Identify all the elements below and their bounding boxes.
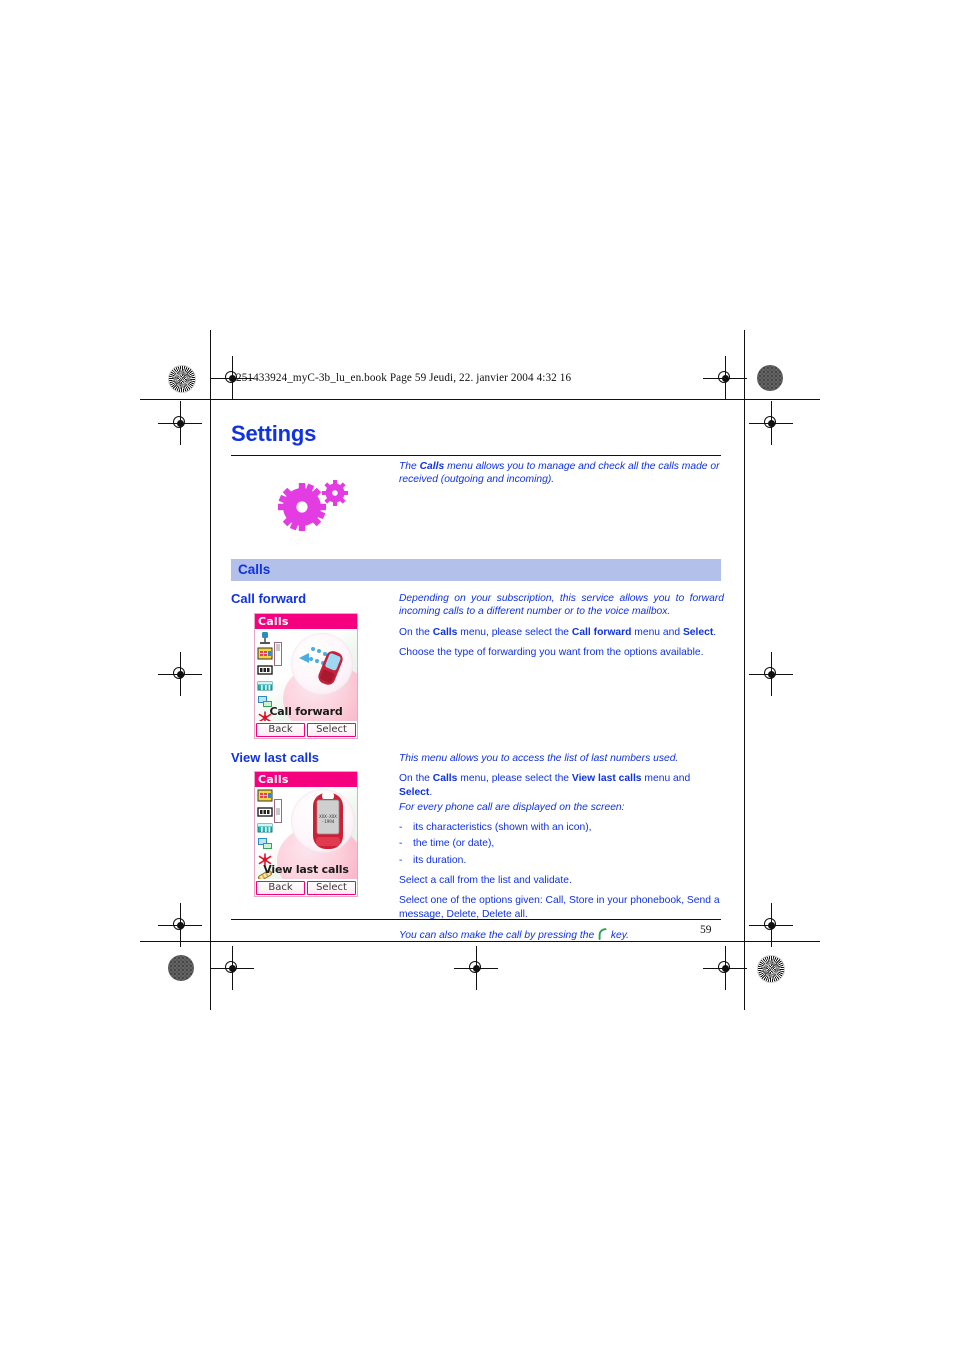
list-item-text: its duration. xyxy=(413,854,467,866)
cf-p2-part2: menu, please select the xyxy=(457,626,572,638)
phone-canvas-call-forward: Call forward xyxy=(255,629,357,721)
section-band-calls: Calls xyxy=(231,559,721,581)
softkey-select-call-forward[interactable]: Select xyxy=(307,723,356,737)
registration-mark-bottom-center xyxy=(454,946,498,990)
trim-line-right-vertical xyxy=(744,330,745,1010)
registration-mark-top-right xyxy=(703,356,747,400)
vlc-p2-part2: menu, please select the xyxy=(457,773,572,785)
phone-screenshot-view-last-calls: Calls XXX-XXX -1994 View last calls Back… xyxy=(254,771,358,897)
phone-selected-label-call-forward: Call forward xyxy=(269,705,343,718)
call-forward-paragraph-2: On the Calls menu, please select the Cal… xyxy=(399,626,724,639)
phone-canvas-view-last-calls: XXX-XXX -1994 View last calls xyxy=(255,787,357,879)
registration-mark-middle-right xyxy=(749,652,793,696)
print-slug: 251433924_myC-3b_lu_en.book Page 59 Jeud… xyxy=(236,372,572,384)
call-forward-paragraph-3: Choose the type of forwarding you want f… xyxy=(399,646,704,658)
list-item: - the time (or date), xyxy=(399,837,724,850)
cf-p2-part4: . xyxy=(713,626,717,638)
registration-mark-lower-right xyxy=(749,903,793,947)
cf-p2-part1: On the xyxy=(399,626,433,638)
vlc-paragraph-6: You can also make the call by pressing t… xyxy=(399,928,724,942)
call-duration-icon xyxy=(257,679,273,692)
vlc-p6-after: key. xyxy=(608,929,630,941)
halftone-star-mark-bottom-right xyxy=(757,955,785,983)
intro-text-bold: Calls xyxy=(419,461,445,472)
registration-mark-lower-left xyxy=(158,903,202,947)
gears-icon xyxy=(272,476,356,532)
phone-scrollbar-view-last-calls[interactable] xyxy=(274,799,282,823)
intro-text-before: The xyxy=(399,461,420,472)
bullet-dash: - xyxy=(399,854,403,866)
bullet-dash: - xyxy=(399,838,403,850)
trim-line-top-horizontal xyxy=(140,399,820,400)
vlc-paragraph-2: On the Calls menu, please select the Vie… xyxy=(399,772,724,799)
page-number: 59 xyxy=(700,924,712,936)
vlc-paragraph-4: Select a call from the list and validate… xyxy=(399,875,572,887)
svg-text:-1994: -1994 xyxy=(322,819,335,824)
call-key-icon xyxy=(597,928,608,940)
vlc-p2-part1: On the xyxy=(399,773,433,785)
softkey-back-call-forward[interactable]: Back xyxy=(256,723,305,737)
vlc-p2-part3: menu and xyxy=(641,773,691,785)
call-duration-icon xyxy=(257,821,273,834)
body-column-call-forward: Depending on your subscription, this ser… xyxy=(399,592,724,666)
halftone-mark-top-right xyxy=(757,365,783,391)
list-item: - its duration. xyxy=(399,854,724,867)
vlc-p2-bold3: Select xyxy=(399,786,430,798)
call-cost-icon xyxy=(257,837,273,850)
list-item-text: the time (or date), xyxy=(413,838,495,850)
vlc-paragraph-2-italic-line: For every phone call are displayed on th… xyxy=(399,801,625,813)
phone-scrollbar-call-forward[interactable] xyxy=(274,642,282,666)
halftone-star-mark-top-left xyxy=(168,365,196,393)
call-forward-icon xyxy=(257,789,273,802)
registration-mark-middle-left xyxy=(158,652,202,696)
phone-header-call-forward: Calls xyxy=(255,614,357,629)
registration-mark-upper-left xyxy=(158,401,202,445)
vlc-paragraph-5: Select one of the options given: Call, S… xyxy=(399,895,720,920)
vlc-p6-before: You can also make the call by pressing t… xyxy=(399,929,598,941)
cf-p2-bold2: Call forward xyxy=(571,626,632,638)
intro-paragraph: The Calls menu allows you to manage and … xyxy=(399,460,724,486)
footer-rule xyxy=(231,919,721,921)
view-last-calls-icon xyxy=(257,805,273,818)
intro-text-after: menu allows you to manage and check all … xyxy=(399,461,720,486)
phone-softkeys-call-forward: Back Select xyxy=(255,722,357,738)
trim-line-left-vertical xyxy=(210,330,211,1010)
registration-mark-upper-right xyxy=(749,401,793,445)
subheading-view-last-calls: View last calls xyxy=(231,750,319,765)
title-underline-rule xyxy=(231,455,721,457)
list-item-text: its characteristics (shown with an icon)… xyxy=(413,822,592,834)
vlc-p2-bold1: Calls xyxy=(432,773,458,785)
call-forward-icon xyxy=(257,647,273,660)
phone-header-view-last-calls: Calls xyxy=(255,772,357,787)
phone-selected-label-view-last-calls: View last calls xyxy=(263,863,349,876)
vlc-italic-paragraph: This menu allows you to access the list … xyxy=(399,753,679,764)
section-band-label: Calls xyxy=(238,562,271,577)
scrollbar-thumb[interactable] xyxy=(276,644,280,651)
cf-p2-bold1: Calls xyxy=(432,626,458,638)
call-forward-italic-paragraph: Depending on your subscription, this ser… xyxy=(399,593,724,618)
voicemail-icon xyxy=(257,631,273,644)
halftone-mark-bottom-left xyxy=(168,955,194,981)
bullet-dash: - xyxy=(399,822,403,834)
phone-softkeys-view-last-calls: Back Select xyxy=(255,880,357,896)
subheading-call-forward: Call forward xyxy=(231,591,307,606)
page-title: Settings xyxy=(231,421,317,446)
cf-p2-part3: menu and xyxy=(631,626,683,638)
vlc-p2-part4: . xyxy=(429,786,433,798)
cf-p2-bold3: Select xyxy=(682,626,714,638)
softkey-select-view-last-calls[interactable]: Select xyxy=(307,881,356,895)
phone-screenshot-call-forward: Calls Call forward Back Select xyxy=(254,613,358,739)
scrollbar-thumb[interactable] xyxy=(276,808,280,815)
registration-mark-bottom-right xyxy=(703,946,747,990)
call-counters-icon xyxy=(257,663,273,676)
registration-mark-bottom-left xyxy=(210,946,254,990)
softkey-back-view-last-calls[interactable]: Back xyxy=(256,881,305,895)
list-item: - its characteristics (shown with an icon… xyxy=(399,821,724,834)
vlc-p2-bold2: View last calls xyxy=(571,773,642,785)
